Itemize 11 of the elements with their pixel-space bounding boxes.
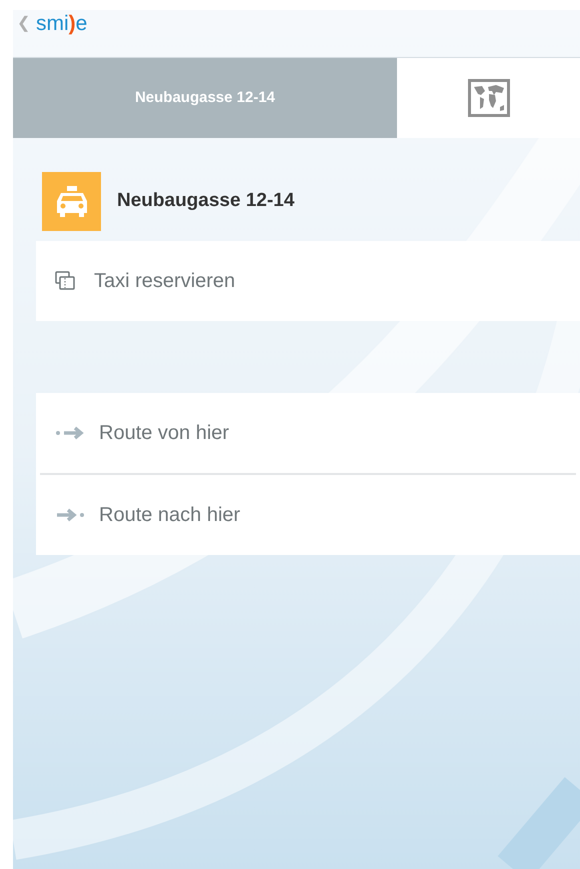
arrow-dot-icon [55,508,85,522]
route-item[interactable]: Route von hier [36,393,580,473]
dot-arrow-icon [55,426,85,440]
taxi-icon [42,172,101,231]
route-item[interactable]: Route nach hier [36,475,580,555]
place-title: Neubaugasse 12-14 [117,189,294,214]
tickets-icon [55,271,75,291]
app-logo: smi)e [36,12,88,36]
world-map-icon [468,79,510,117]
reserve-taxi-item[interactable]: Taxi reservieren [36,241,580,321]
map-tab[interactable] [397,58,580,138]
